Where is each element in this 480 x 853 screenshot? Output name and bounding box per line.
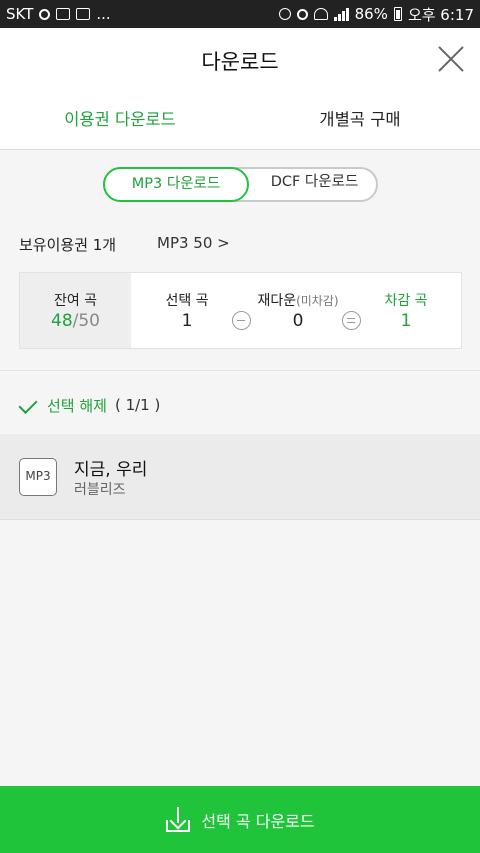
clock: 오후 6:17 <box>407 5 474 24</box>
deselect-all-button[interactable]: 선택 해제 ( 1/1 ) <box>18 394 160 416</box>
signal-icon <box>333 7 349 21</box>
remaining-label: 잔여 곡 <box>53 293 98 309</box>
deselect-label: 선택 해제 <box>47 396 107 415</box>
status-bar: SKT ... 86% 오후 6:17 <box>0 0 480 28</box>
song-title: 지금, 우리 <box>74 460 148 480</box>
tab-individual-purchase[interactable]: 개별곡 구매 <box>240 108 480 148</box>
selected-label: 선택 곡 <box>165 293 209 309</box>
pass-name-link[interactable]: MP3 50 > <box>157 234 230 252</box>
owned-pass-label: 보유이용권 1개 <box>19 236 117 254</box>
check-icon <box>18 395 42 415</box>
selected-value: 1 <box>181 311 193 331</box>
selection-count: ( 1/1 ) <box>114 396 161 414</box>
redownload-value: 0 <box>292 311 304 331</box>
news-icon <box>76 8 91 20</box>
carrier-label: SKT <box>6 5 34 23</box>
download-selected-button[interactable]: 선택 곡 다운로드 <box>0 786 480 853</box>
mute-icon <box>278 8 291 20</box>
remaining-value: 48 <box>51 311 73 331</box>
divider <box>0 370 480 371</box>
mp3-download-option[interactable]: MP3 다운로드 <box>103 167 249 202</box>
more-notifications: ... <box>96 5 111 23</box>
selected-cell: 선택 곡 1 <box>147 273 227 348</box>
notification-icon <box>39 8 51 20</box>
deducted-value: 1 <box>400 311 412 331</box>
image-icon <box>56 8 71 20</box>
tab-pass-download[interactable]: 이용권 다운로드 <box>0 108 240 148</box>
status-left: SKT ... <box>6 5 111 23</box>
remaining-cell: 잔여 곡 48/50 <box>20 273 131 348</box>
battery-percent: 86% <box>354 5 388 23</box>
list-item[interactable]: MP3 지금, 우리 러블리즈 <box>0 434 480 520</box>
deducted-label: 차감 곡 <box>384 293 428 309</box>
dcf-download-option[interactable]: DCF 다운로드 <box>249 167 380 202</box>
format-toggle: MP3 다운로드 DCF 다운로드 <box>103 167 378 202</box>
mp3-badge-icon: MP3 <box>19 458 57 496</box>
wifi-icon <box>313 8 328 20</box>
equals-icon <box>342 311 361 330</box>
alarm-icon <box>296 8 308 20</box>
close-icon[interactable] <box>438 46 464 72</box>
download-button-label: 선택 곡 다운로드 <box>201 811 315 831</box>
redownload-note: (미차감) <box>296 294 339 308</box>
redownload-label-line: 재다운(미차감) <box>248 290 348 310</box>
download-counter: 잔여 곡 48/50 선택 곡 1 재다운(미차감) 0 차감 곡 1 <box>19 272 462 349</box>
download-icon <box>165 806 191 833</box>
header: 다운로드 이용권 다운로드 개별곡 구매 <box>0 28 480 150</box>
remaining-value-line: 48/50 <box>20 311 131 331</box>
status-right: 86% 오후 6:17 <box>278 4 474 25</box>
page-title: 다운로드 <box>201 50 279 74</box>
redownload-label: 재다운 <box>257 293 297 309</box>
song-artist: 러블리즈 <box>74 482 126 498</box>
battery-icon <box>393 7 402 21</box>
redownload-cell: 재다운(미차감) 0 <box>248 273 348 348</box>
remaining-total: /50 <box>72 311 100 331</box>
list-empty-area <box>0 520 480 786</box>
deducted-cell: 차감 곡 1 <box>366 273 446 348</box>
tab-bar: 이용권 다운로드 개별곡 구매 <box>0 108 480 148</box>
